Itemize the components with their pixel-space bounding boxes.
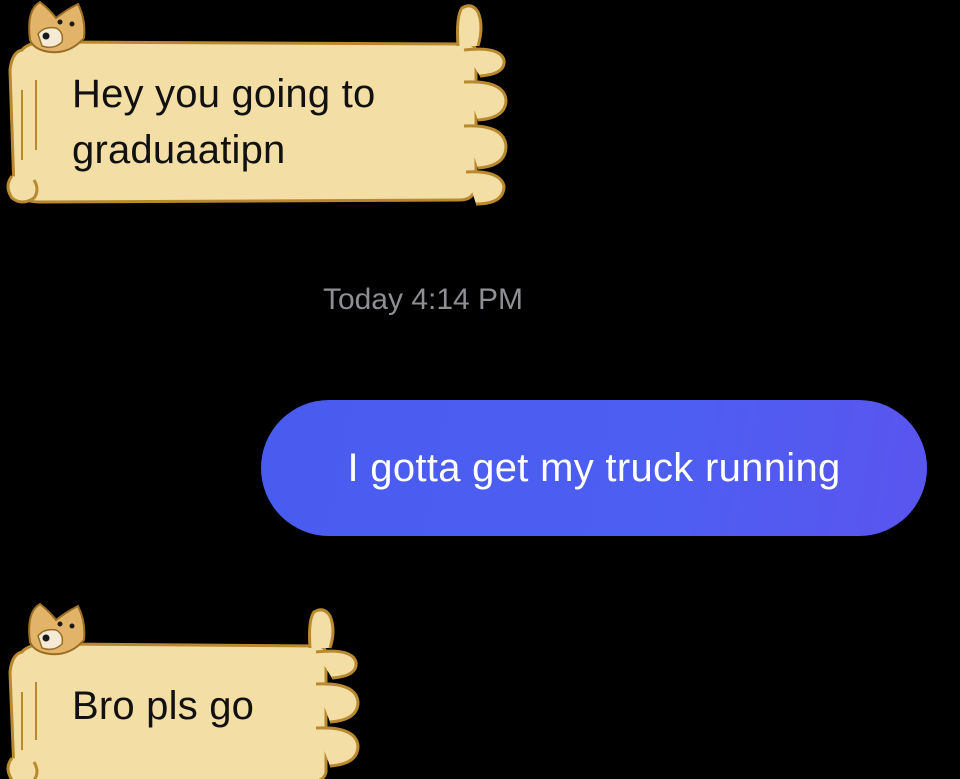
message-thread: Hey you going to graduaatipn Today 4:14 … xyxy=(0,0,960,779)
doge-head-icon xyxy=(28,602,86,656)
incoming-message-text: Hey you going to graduaatipn xyxy=(72,72,376,172)
incoming-message-bubble[interactable]: Bro pls go xyxy=(0,600,370,779)
doge-head-icon xyxy=(28,0,86,54)
incoming-message-text: Bro pls go xyxy=(72,684,255,728)
incoming-message-bubble[interactable]: Hey you going to graduaatipn xyxy=(0,0,520,210)
message-timestamp: Today 4:14 PM xyxy=(322,283,524,316)
outgoing-message-text: I gotta get my truck running xyxy=(347,446,841,490)
outgoing-message-bubble[interactable]: I gotta get my truck running xyxy=(261,400,927,536)
